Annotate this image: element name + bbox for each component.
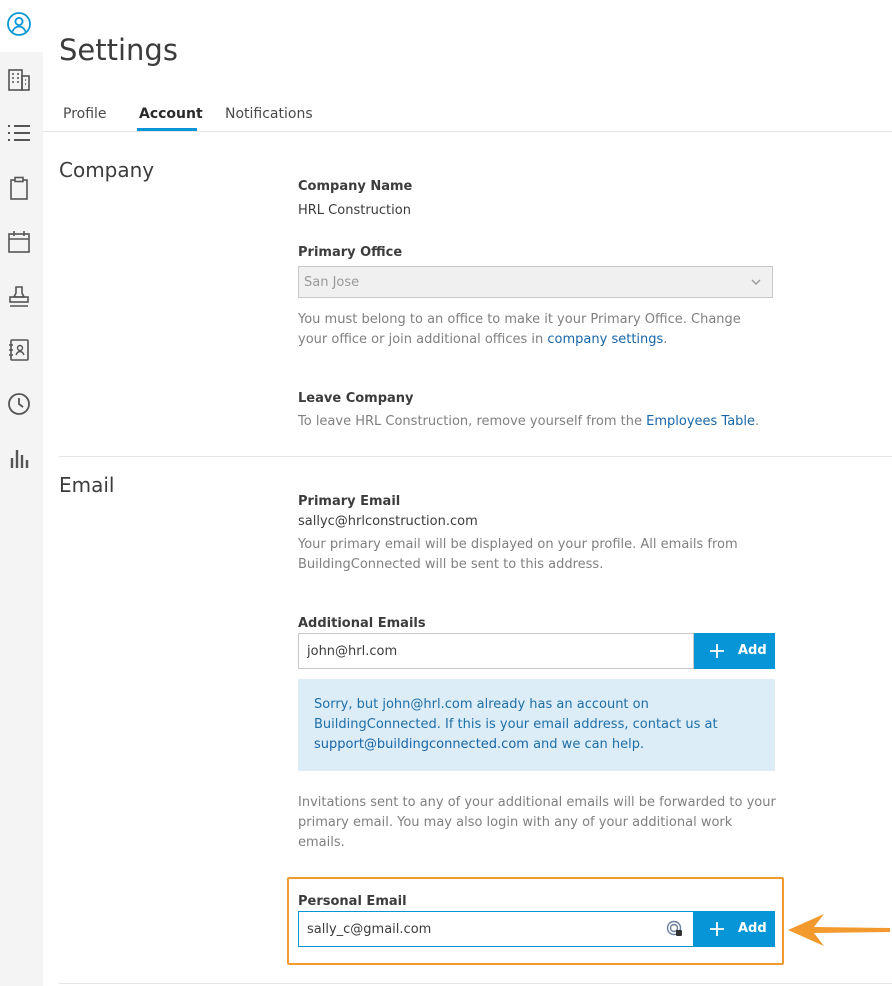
plus-icon xyxy=(709,921,725,937)
primary-office-value: San Jose xyxy=(304,275,359,290)
stamp-icon[interactable] xyxy=(6,283,32,309)
personal-email-label: Personal Email xyxy=(298,894,407,909)
calendar-icon[interactable] xyxy=(6,229,32,255)
active-tab-indicator xyxy=(137,128,197,131)
company-section-title: Company xyxy=(59,158,154,182)
tab-bar: Profile Account Notifications xyxy=(43,100,892,132)
clock-icon[interactable] xyxy=(6,391,32,417)
email-error-alert: Sorry, but john@hrl.com already has an a… xyxy=(298,679,775,771)
company-name-value: HRL Construction xyxy=(298,203,411,218)
chevron-down-icon xyxy=(750,276,762,288)
primary-office-label: Primary Office xyxy=(298,245,402,260)
leave-company-help: To leave HRL Construction, remove yourse… xyxy=(298,412,798,432)
building-icon[interactable] xyxy=(6,67,32,93)
add-personal-email-button[interactable]: Add xyxy=(694,911,775,947)
primary-office-select[interactable]: San Jose xyxy=(298,266,773,298)
add-additional-email-button[interactable]: Add xyxy=(694,633,775,669)
additional-emails-help: Invitations sent to any of your addition… xyxy=(298,793,778,853)
company-name-label: Company Name xyxy=(298,179,412,194)
personal-email-input[interactable] xyxy=(298,911,694,947)
clipboard-icon[interactable] xyxy=(6,175,32,201)
arrow-left-icon xyxy=(786,910,892,950)
section-divider xyxy=(59,456,892,457)
address-book-icon[interactable] xyxy=(6,337,32,363)
employees-table-link[interactable]: Employees Table xyxy=(646,414,755,429)
company-settings-link[interactable]: company settings xyxy=(547,332,663,347)
primary-office-help: You must belong to an office to make it … xyxy=(298,310,758,350)
section-divider-bottom xyxy=(59,983,892,984)
leave-company-label: Leave Company xyxy=(298,391,414,406)
add-button-label: Add xyxy=(738,643,767,658)
password-manager-icon[interactable] xyxy=(666,920,684,938)
user-circle-icon[interactable] xyxy=(6,11,32,37)
support-email-link[interactable]: support@buildingconnected.com xyxy=(314,737,529,752)
add-button-label: Add xyxy=(738,921,767,936)
primary-email-help: Your primary email will be displayed on … xyxy=(298,535,768,575)
primary-email-label: Primary Email xyxy=(298,494,400,509)
page-title: Settings xyxy=(59,33,178,67)
tab-notifications[interactable]: Notifications xyxy=(225,106,313,122)
email-section-title: Email xyxy=(59,473,115,497)
tab-profile[interactable]: Profile xyxy=(63,106,107,122)
tab-account[interactable]: Account xyxy=(139,106,203,122)
additional-email-input[interactable] xyxy=(298,633,694,669)
list-icon[interactable] xyxy=(6,120,32,146)
plus-icon xyxy=(709,643,725,659)
sidebar xyxy=(0,0,43,986)
additional-emails-label: Additional Emails xyxy=(298,616,426,631)
primary-email-value: sallyc@hrlconstruction.com xyxy=(298,514,478,529)
bar-chart-icon[interactable] xyxy=(6,446,32,472)
